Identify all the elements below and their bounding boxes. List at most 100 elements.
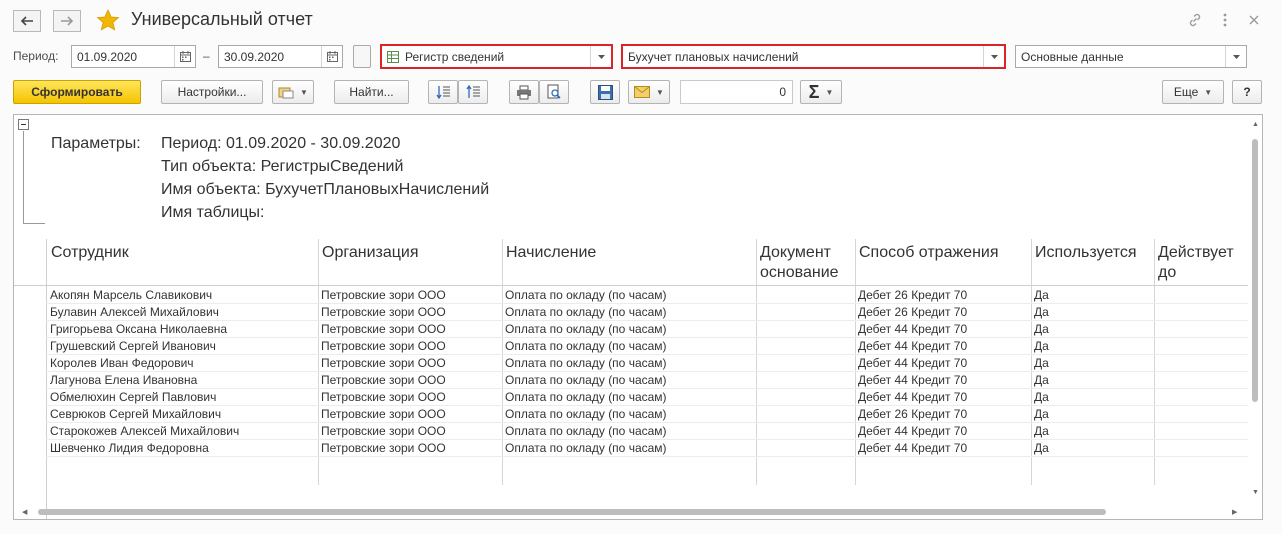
object-type-value: Регистр сведений	[405, 49, 505, 64]
table-cell-used[interactable]: Да	[1034, 389, 1049, 406]
table-cell-method[interactable]: Дебет 44 Кредит 70	[858, 389, 967, 406]
table-cell-org[interactable]: Петровские зори ООО	[321, 440, 446, 457]
link-icon[interactable]	[1186, 11, 1204, 29]
table-cell-accrual[interactable]: Оплата по окладу (по часам)	[505, 321, 667, 338]
scroll-up-icon[interactable]: ▲	[1252, 121, 1259, 128]
table-cell-accrual[interactable]: Оплата по окладу (по часам)	[505, 440, 667, 457]
variant-menu-button[interactable]: ▼	[272, 80, 314, 104]
print-preview-button[interactable]	[539, 80, 569, 104]
expand-lines-icon	[436, 86, 450, 100]
table-cell-method[interactable]: Дебет 26 Кредит 70	[858, 406, 967, 423]
universal-report-window: Универсальный отчет Период: 01.09.2020 –…	[0, 0, 1282, 534]
page-title: Универсальный отчет	[131, 9, 313, 29]
sum-function-button[interactable]: Σ ▼	[800, 80, 842, 104]
collapse-group-icon[interactable]	[18, 119, 29, 130]
date-from-field[interactable]: 01.09.2020	[71, 45, 196, 68]
table-cell-method[interactable]: Дебет 44 Кредит 70	[858, 355, 967, 372]
table-cell-org[interactable]: Петровские зори ООО	[321, 287, 446, 304]
report-spreadsheet[interactable]: Параметры: Период: 01.09.2020 - 30.09.20…	[13, 114, 1263, 520]
column-separator	[1154, 239, 1155, 485]
table-name-value: Основные данные	[1021, 49, 1124, 64]
table-cell-accrual[interactable]: Оплата по окладу (по часам)	[505, 287, 667, 304]
table-cell-employee[interactable]: Севрюков Сергей Михайлович	[50, 406, 221, 423]
expand-groups-button[interactable]	[428, 80, 458, 104]
sum-field[interactable]: 0	[680, 80, 793, 104]
table-cell-method[interactable]: Дебет 26 Кредит 70	[858, 287, 967, 304]
find-button[interactable]: Найти...	[334, 80, 409, 104]
table-cell-accrual[interactable]: Оплата по окладу (по часам)	[505, 389, 667, 406]
table-cell-used[interactable]: Да	[1034, 321, 1049, 338]
table-cell-used[interactable]: Да	[1034, 287, 1049, 304]
table-cell-accrual[interactable]: Оплата по окладу (по часам)	[505, 338, 667, 355]
collapse-groups-button[interactable]	[458, 80, 488, 104]
object-type-select[interactable]: Регистр сведений	[380, 44, 613, 69]
table-cell-employee[interactable]: Шевченко Лидия Федоровна	[50, 440, 209, 457]
printer-icon	[517, 85, 531, 99]
table-cell-used[interactable]: Да	[1034, 406, 1049, 423]
save-button[interactable]	[590, 80, 620, 104]
scroll-left-icon[interactable]: ◀	[22, 508, 27, 516]
vertical-scroll-thumb[interactable]	[1252, 139, 1258, 402]
table-cell-employee[interactable]: Булавин Алексей Михайлович	[50, 304, 219, 321]
close-icon[interactable]	[1245, 11, 1263, 29]
table-cell-used[interactable]: Да	[1034, 304, 1049, 321]
chevron-down-icon[interactable]	[983, 46, 1004, 67]
table-cell-org[interactable]: Петровские зори ООО	[321, 389, 446, 406]
forward-button[interactable]	[53, 10, 81, 32]
table-cell-accrual[interactable]: Оплата по окладу (по часам)	[505, 304, 667, 321]
table-cell-method[interactable]: Дебет 44 Кредит 70	[858, 372, 967, 389]
table-cell-employee[interactable]: Грушевский Сергей Иванович	[50, 338, 216, 355]
chevron-down-icon[interactable]	[1225, 46, 1246, 67]
table-cell-method[interactable]: Дебет 44 Кредит 70	[858, 338, 967, 355]
horizontal-scroll-thumb[interactable]	[38, 509, 1106, 515]
table-cell-employee[interactable]: Акопян Марсель Славикович	[50, 287, 212, 304]
table-cell-used[interactable]: Да	[1034, 423, 1049, 440]
favorite-star-button[interactable]	[96, 9, 120, 35]
more-button[interactable]: Еще ▼	[1162, 80, 1224, 104]
generate-button[interactable]: Сформировать	[13, 80, 141, 104]
settings-button[interactable]: Настройки...	[161, 80, 263, 104]
period-select-button[interactable]	[353, 45, 371, 68]
column-header-line: Используется	[1035, 244, 1137, 261]
calendar-icon[interactable]	[321, 46, 342, 67]
table-cell-employee[interactable]: Григорьева Оксана Николаевна	[50, 321, 227, 338]
table-cell-method[interactable]: Дебет 44 Кредит 70	[858, 423, 967, 440]
print-button[interactable]	[509, 80, 539, 104]
table-cell-employee[interactable]: Старокожев Алексей Михайлович	[50, 423, 239, 440]
table-cell-method[interactable]: Дебет 44 Кредит 70	[858, 440, 967, 457]
table-cell-org[interactable]: Петровские зори ООО	[321, 372, 446, 389]
table-cell-employee[interactable]: Лагунова Елена Ивановна	[50, 372, 197, 389]
more-vertical-icon[interactable]	[1216, 11, 1234, 29]
table-cell-employee[interactable]: Королев Иван Федорович	[50, 355, 194, 372]
table-cell-org[interactable]: Петровские зори ООО	[321, 304, 446, 321]
period-label: Период:	[13, 49, 59, 63]
table-cell-used[interactable]: Да	[1034, 338, 1049, 355]
table-cell-accrual[interactable]: Оплата по окладу (по часам)	[505, 423, 667, 440]
table-cell-org[interactable]: Петровские зори ООО	[321, 406, 446, 423]
back-button[interactable]	[13, 10, 41, 32]
table-cell-used[interactable]: Да	[1034, 440, 1049, 457]
table-cell-org[interactable]: Петровские зори ООО	[321, 321, 446, 338]
table-cell-method[interactable]: Дебет 26 Кредит 70	[858, 304, 967, 321]
calendar-icon[interactable]	[174, 46, 195, 67]
table-cell-method[interactable]: Дебет 44 Кредит 70	[858, 321, 967, 338]
table-cell-accrual[interactable]: Оплата по окладу (по часам)	[505, 372, 667, 389]
send-email-button[interactable]: ▼	[628, 80, 670, 104]
object-name-select[interactable]: Бухучет плановых начислений	[621, 44, 1006, 69]
table-name-select[interactable]: Основные данные	[1015, 45, 1247, 68]
table-cell-org[interactable]: Петровские зори ООО	[321, 423, 446, 440]
table-cell-org[interactable]: Петровские зори ООО	[321, 355, 446, 372]
scroll-down-icon[interactable]: ▼	[1252, 489, 1259, 496]
table-cell-used[interactable]: Да	[1034, 372, 1049, 389]
horizontal-scrollbar[interactable]: ◀ ▶	[14, 505, 1248, 519]
table-cell-used[interactable]: Да	[1034, 355, 1049, 372]
table-cell-org[interactable]: Петровские зори ООО	[321, 338, 446, 355]
help-button[interactable]: ?	[1232, 80, 1262, 104]
chevron-down-icon[interactable]	[590, 46, 611, 67]
date-to-field[interactable]: 30.09.2020	[218, 45, 343, 68]
scroll-right-icon[interactable]: ▶	[1232, 508, 1237, 516]
table-cell-accrual[interactable]: Оплата по окладу (по часам)	[505, 355, 667, 372]
table-cell-accrual[interactable]: Оплата по окладу (по часам)	[505, 406, 667, 423]
vertical-scrollbar[interactable]: ▲ ▼	[1248, 115, 1262, 505]
table-cell-employee[interactable]: Обмелюхин Сергей Павлович	[50, 389, 216, 406]
